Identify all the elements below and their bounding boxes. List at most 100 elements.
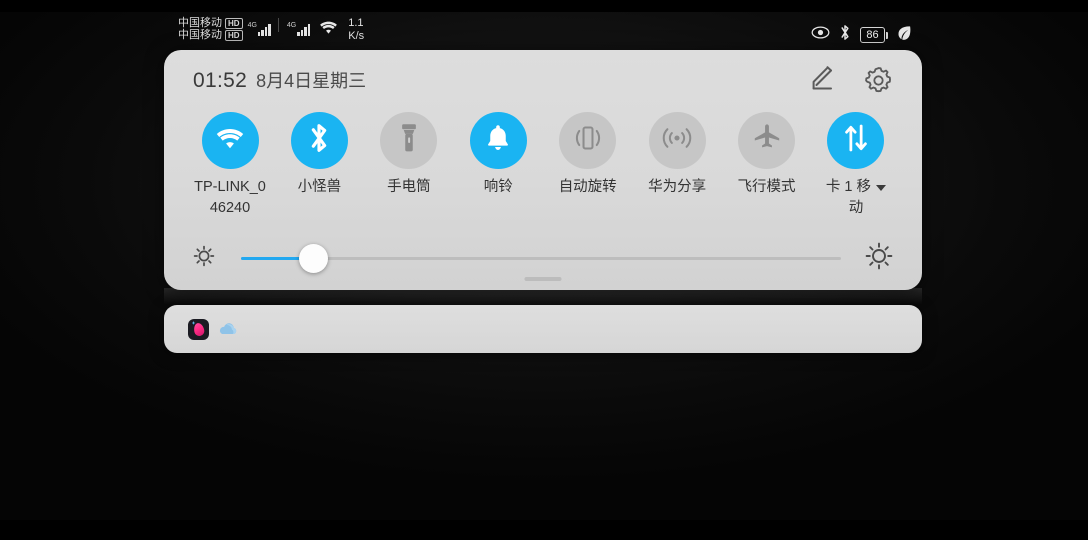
mobile-data-label-row[interactable]: 卡 1 移 (825, 177, 887, 198)
toggle-flashlight[interactable]: 手电筒 (365, 112, 453, 213)
quick-toggles-row: TP-LINK_0 46240 小怪兽 手电筒 响铃 自动旋转 华为分享 飞行模… (164, 112, 922, 213)
wifi-status-icon (319, 20, 338, 40)
hd-badge-1: HD (225, 18, 243, 29)
bell-icon (485, 124, 511, 157)
brightness-high-icon[interactable] (863, 240, 895, 277)
panel-drag-handle[interactable] (524, 277, 562, 281)
toggle-autorotate[interactable]: 自动旋转 (544, 112, 632, 213)
bluetooth-label-wrap: 小怪兽 (275, 177, 363, 213)
panel-header: 01:52 8月4日星期三 (164, 50, 922, 110)
wifi-icon (215, 127, 245, 155)
bluetooth-icon (309, 123, 329, 158)
flashlight-icon (400, 123, 418, 158)
brightness-low-icon[interactable] (191, 243, 217, 274)
airplane-icon (752, 124, 782, 157)
network-type-label-2: 4G (286, 22, 297, 29)
toggle-label-huawei-share: 华为分享 (648, 179, 707, 195)
brightness-row (164, 235, 922, 281)
toggle-label-mobile-data: 卡 1 移 (825, 179, 872, 195)
brightness-slider-thumb[interactable] (298, 243, 328, 273)
toggle-label-wifi: TP-LINK_0 (194, 179, 266, 195)
clock-date: 8月4日星期三 (256, 71, 367, 91)
letterbox-top (0, 0, 1088, 12)
toggle-airplane[interactable]: 飞行模式 (723, 112, 811, 213)
autorotate-label-wrap: 自动旋转 (544, 177, 632, 213)
wifi-toggle-circle[interactable] (201, 112, 259, 169)
toggle-wifi[interactable]: TP-LINK_0 46240 (186, 112, 274, 213)
brightness-slider[interactable] (241, 243, 841, 273)
flashlight-label-row: 手电筒 (387, 177, 431, 198)
toggle-label-wifi-line2: 46240 (209, 200, 251, 213)
wifi-label-row: TP-LINK_0 (194, 177, 266, 198)
ring-toggle-circle[interactable] (469, 112, 527, 169)
ring-label-wrap: 响铃 (454, 177, 542, 213)
autorotate-toggle-circle[interactable] (559, 112, 617, 169)
status-bar: 中国移动 HD 中国移动 HD 4G 4G 1.1 K/s 86 (0, 17, 1088, 54)
carrier-row-1: 中国移动 HD (178, 18, 243, 29)
eye-icon (811, 26, 830, 44)
autorotate-label-row: 自动旋转 (559, 177, 617, 198)
carrier-name-2: 中国移动 (178, 29, 222, 41)
hd-badge-2: HD (225, 30, 243, 41)
battery-tip (886, 31, 888, 39)
battery-level-text: 86 (860, 27, 885, 43)
status-divider (277, 18, 279, 32)
toggle-label-bluetooth: 小怪兽 (297, 179, 342, 195)
app-icon-blob (192, 321, 205, 337)
airplane-label-wrap: 飞行模式 (723, 177, 811, 213)
toggle-label-autorotate: 自动旋转 (558, 179, 617, 195)
network-speed-value: 1.1 (348, 17, 364, 29)
notification-card[interactable] (164, 305, 922, 353)
clock-time: 01:52 (193, 69, 248, 92)
airplane-toggle-circle[interactable] (738, 112, 796, 169)
signal-bars-icon-2 (297, 23, 311, 36)
toggle-label-ring: 响铃 (483, 179, 513, 195)
settings-gear-icon[interactable] (863, 65, 894, 96)
toggle-mobile-data[interactable]: 卡 1 移 动 (812, 112, 900, 213)
flashlight-toggle-circle[interactable] (380, 112, 438, 169)
signal-group-2: 4G (286, 22, 311, 36)
rotate-icon (572, 123, 604, 158)
signal-bars-icon-1 (257, 23, 271, 36)
battery-icon: 86 (860, 27, 888, 43)
toggle-huawei-share[interactable]: 华为分享 (633, 112, 721, 213)
toggle-label-airplane: 飞行模式 (737, 179, 796, 195)
carrier-row-2: 中国移动 HD (178, 30, 243, 41)
huawei-share-icon (661, 125, 693, 156)
phone-screen: 中国移动 HD 中国移动 HD 4G 4G 1.1 K/s 86 01:52 8… (0, 0, 1088, 540)
app-icon[interactable] (188, 318, 209, 340)
network-speed: 1.1 K/s (348, 17, 364, 43)
chevron-down-icon[interactable] (876, 184, 887, 191)
control-panel: 01:52 8月4日星期三 TP-LINK_0 46240 小怪兽 手电筒 响铃… (164, 50, 922, 290)
bluetooth-icon (839, 24, 851, 46)
leaf-icon (897, 25, 912, 46)
huawei-share-label-wrap: 华为分享 (633, 177, 721, 213)
letterbox-bottom (0, 520, 1088, 540)
airplane-label-row: 飞行模式 (738, 177, 796, 198)
mobile-data-label-wrap: 卡 1 移 动 (812, 177, 900, 213)
cloud-icon[interactable] (218, 322, 238, 337)
clock-date-group: 01:52 8月4日星期三 (193, 67, 366, 93)
signal-group-1: 4G (248, 22, 271, 36)
huawei-share-toggle-circle[interactable] (648, 112, 706, 169)
data-transfer-icon (843, 123, 869, 158)
mobile-data-toggle-circle[interactable] (827, 112, 885, 169)
bluetooth-label-row: 小怪兽 (298, 177, 342, 198)
flashlight-label-wrap: 手电筒 (365, 177, 453, 213)
status-bar-right: 86 (811, 24, 912, 46)
status-bar-left: 中国移动 HD 中国移动 HD 4G 4G 1.1 K/s (178, 17, 364, 43)
toggle-label-flashlight: 手电筒 (387, 179, 431, 195)
bluetooth-toggle-circle[interactable] (290, 112, 348, 169)
edit-pencil-icon[interactable] (805, 64, 837, 96)
toggle-ring[interactable]: 响铃 (454, 112, 542, 213)
network-speed-unit: K/s (348, 30, 365, 42)
ring-label-row: 响铃 (484, 177, 513, 198)
panel-header-actions (805, 64, 894, 96)
toggle-bluetooth[interactable]: 小怪兽 (275, 112, 363, 213)
carrier-stack: 中国移动 HD 中国移动 HD (178, 18, 243, 41)
toggle-label-mobile-data-line2: 动 (848, 200, 864, 213)
wifi-label-wrap: TP-LINK_0 46240 (186, 177, 274, 213)
carrier-name-1: 中国移动 (178, 17, 222, 29)
network-type-label-1: 4G (247, 22, 257, 29)
huawei-share-label-row: 华为分享 (648, 177, 706, 198)
